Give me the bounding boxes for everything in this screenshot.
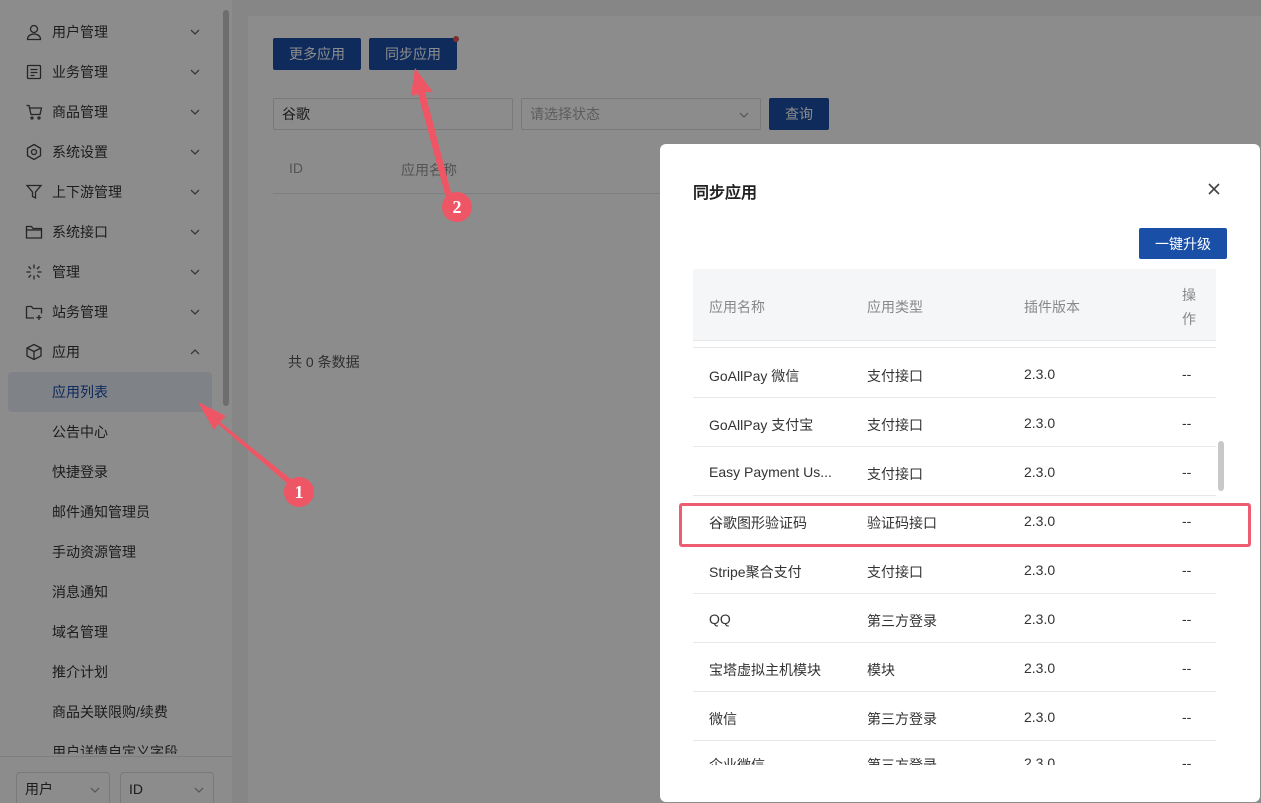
arrow-1-icon [198, 402, 292, 484]
annotation-arrows [198, 68, 452, 484]
annotation-badge-1: 1 [284, 477, 314, 507]
annotation-badge-2: 2 [442, 192, 472, 222]
arrow-2-icon [411, 68, 452, 198]
